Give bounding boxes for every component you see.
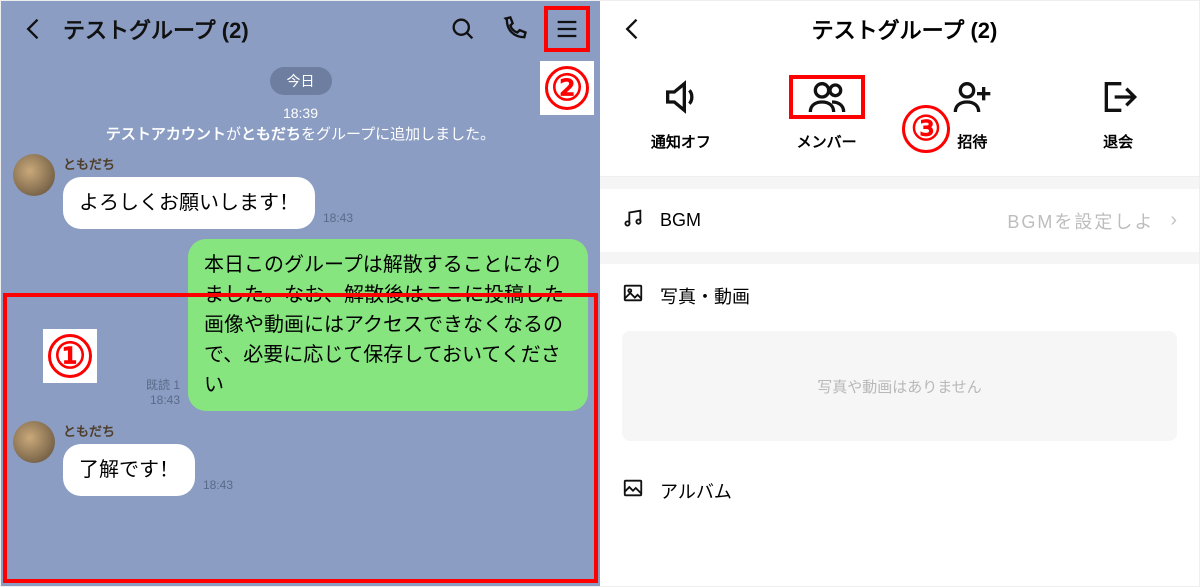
call-icon[interactable]: [492, 6, 538, 52]
bgm-label: BGM: [660, 210, 991, 231]
message-bubble[interactable]: 本日このグループは解散することになりました。なお、解散後はここに投稿した画像や動…: [188, 239, 588, 411]
message-time: 18:43: [203, 478, 233, 492]
album-label: アルバム: [660, 478, 1177, 504]
message-time: 18:43: [323, 211, 353, 225]
message-bubble[interactable]: 了解です！: [63, 444, 195, 496]
media-label: 写真・動画: [660, 283, 1177, 309]
chat-body: 今日 18:39 テストアカウントがともだちをグループに追加しました。 ともだち…: [1, 57, 600, 586]
bgm-row[interactable]: BGM BGMを設定しよ ›: [600, 189, 1199, 252]
section-divider: [600, 252, 1199, 264]
sender-name: ともだち: [63, 421, 195, 440]
back-button[interactable]: [11, 6, 57, 52]
chat-screen: テストグループ (2) ② 今日 18:39 テストアカウントがともだちをグルー…: [1, 1, 600, 586]
message-row: ともだち 了解です！ 18:43: [13, 421, 588, 496]
search-icon[interactable]: [440, 6, 486, 52]
members-button[interactable]: メンバー: [767, 75, 887, 152]
annotation-3: ③: [902, 105, 954, 157]
chat-header: テストグループ (2): [1, 1, 600, 57]
speaker-icon: [661, 75, 701, 119]
group-detail-screen: テストグループ (2) 通知オフ メンバー 招待 退会 ③: [600, 1, 1199, 586]
mute-button[interactable]: 通知オフ: [621, 75, 741, 152]
leave-button[interactable]: 退会: [1058, 75, 1178, 152]
menu-icon[interactable]: [544, 6, 590, 52]
bgm-value: BGMを設定しよ: [1007, 208, 1154, 234]
avatar[interactable]: [13, 421, 55, 463]
annotation-1: ①: [43, 329, 97, 383]
message-bubble[interactable]: よろしくお願いします！: [63, 177, 315, 229]
annotation-2: ②: [540, 61, 594, 115]
members-icon: [789, 75, 865, 119]
detail-title: テストグループ (2): [620, 13, 1189, 45]
system-message: 18:39 テストアカウントがともだちをグループに追加しました。: [13, 105, 588, 144]
read-receipt: 既読 1 18:43: [146, 376, 180, 407]
message-row: ともだち よろしくお願いします！ 18:43: [13, 154, 588, 229]
action-row: 通知オフ メンバー 招待 退会 ③: [600, 57, 1199, 177]
message-row-mine: 既読 1 18:43 本日このグループは解散することになりました。なお、解散後は…: [13, 239, 588, 411]
system-time: 18:39: [13, 105, 588, 121]
section-divider: [600, 177, 1199, 189]
music-icon: [622, 207, 644, 234]
sender-name: ともだち: [63, 154, 315, 173]
media-row[interactable]: 写真・動画: [600, 264, 1199, 327]
chevron-right-icon: ›: [1170, 209, 1177, 232]
media-empty-state: 写真や動画はありません: [622, 331, 1177, 441]
invite-icon: [952, 75, 992, 119]
album-icon: [622, 477, 644, 504]
album-row[interactable]: アルバム: [600, 459, 1199, 510]
avatar[interactable]: [13, 154, 55, 196]
chat-title: テストグループ (2): [63, 13, 434, 45]
detail-header: テストグループ (2): [600, 1, 1199, 57]
exit-icon: [1098, 75, 1138, 119]
photo-icon: [622, 282, 644, 309]
date-pill: 今日: [270, 67, 332, 95]
